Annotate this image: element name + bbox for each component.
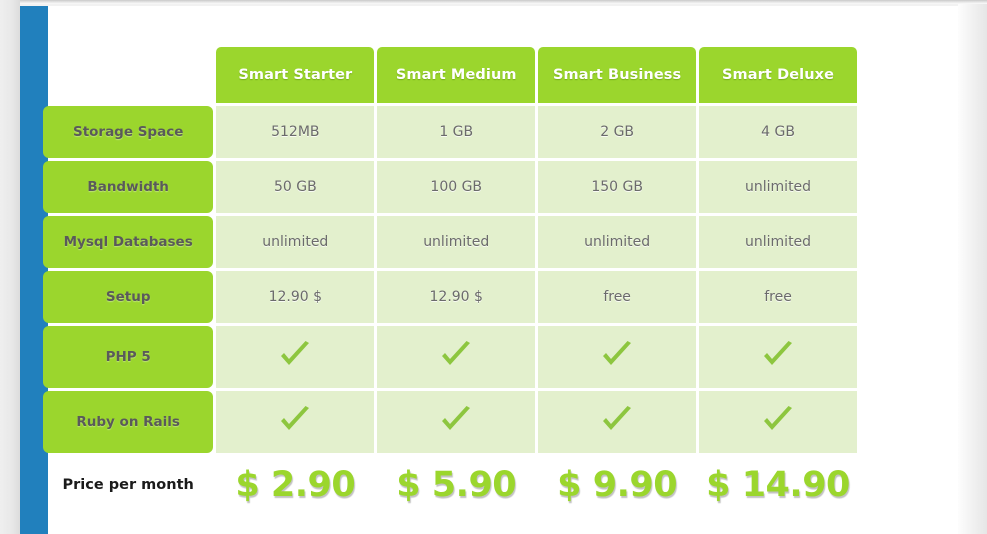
pricing-table: Smart Starter Smart Medium Smart Busines…: [40, 44, 860, 517]
check-icon: [439, 340, 473, 370]
cell-bandwidth-smart-deluxe: unlimited: [699, 161, 857, 213]
plan-header-smart-deluxe[interactable]: Smart Deluxe: [699, 47, 857, 103]
cell-storage-space-smart-business: 2 GB: [538, 106, 697, 158]
feature-label-bandwidth: Bandwidth: [43, 161, 214, 213]
check-icon: [761, 340, 795, 370]
cell-mysql-databases-smart-deluxe: unlimited: [699, 216, 857, 268]
price-footer-row: Price per month $ 2.90 $ 5.90 $ 9.90 $ 1…: [43, 456, 857, 514]
cell-storage-space-smart-deluxe: 4 GB: [699, 106, 857, 158]
cell-ruby-on-rails-smart-deluxe: [699, 391, 857, 453]
table-corner-cell: [43, 47, 213, 103]
plan-header-row: Smart Starter Smart Medium Smart Busines…: [43, 47, 857, 103]
cell-storage-space-smart-medium: 1 GB: [377, 106, 536, 158]
check-icon: [600, 405, 634, 435]
check-icon: [278, 340, 312, 370]
right-gutter: [958, 4, 987, 534]
top-divider: [20, 0, 987, 4]
check-icon: [439, 405, 473, 435]
cell-mysql-databases-smart-business: unlimited: [538, 216, 697, 268]
feature-label-storage-space: Storage Space: [43, 106, 214, 158]
cell-bandwidth-smart-starter: 50 GB: [216, 161, 375, 213]
cell-bandwidth-smart-business: 150 GB: [538, 161, 697, 213]
table-row: PHP 5: [43, 326, 857, 388]
plan-header-smart-medium[interactable]: Smart Medium: [377, 47, 536, 103]
price-smart-deluxe: $ 14.90: [706, 465, 850, 505]
plan-header-smart-business[interactable]: Smart Business: [538, 47, 697, 103]
check-icon: [600, 340, 634, 370]
price-smart-business: $ 9.90: [557, 465, 678, 505]
cell-bandwidth-smart-medium: 100 GB: [377, 161, 536, 213]
feature-label-ruby-on-rails: Ruby on Rails: [43, 391, 214, 453]
feature-label-setup: Setup: [43, 271, 214, 323]
cell-php-5-smart-medium: [377, 326, 536, 388]
cell-storage-space-smart-starter: 512MB: [216, 106, 375, 158]
table-row: Setup 12.90 $ 12.90 $ free free: [43, 271, 857, 323]
cell-ruby-on-rails-smart-business: [538, 391, 697, 453]
cell-setup-smart-medium: 12.90 $: [377, 271, 536, 323]
cell-php-5-smart-starter: [216, 326, 375, 388]
left-gutter: [0, 0, 20, 534]
cell-mysql-databases-smart-starter: unlimited: [216, 216, 375, 268]
price-smart-medium: $ 5.90: [396, 465, 517, 505]
cell-setup-smart-deluxe: free: [699, 271, 857, 323]
table-row: Mysql Databases unlimited unlimited unli…: [43, 216, 857, 268]
check-icon: [761, 405, 795, 435]
cell-ruby-on-rails-smart-starter: [216, 391, 375, 453]
cell-mysql-databases-smart-medium: unlimited: [377, 216, 536, 268]
feature-label-mysql-databases: Mysql Databases: [43, 216, 214, 268]
table-row: Ruby on Rails: [43, 391, 857, 453]
cell-setup-smart-starter: 12.90 $: [216, 271, 375, 323]
price-per-month-label: Price per month: [62, 477, 194, 493]
cell-php-5-smart-business: [538, 326, 697, 388]
feature-label-php-5: PHP 5: [43, 326, 214, 388]
table-row: Storage Space 512MB 1 GB 2 GB 4 GB: [43, 106, 857, 158]
screen: Smart Starter Smart Medium Smart Busines…: [0, 0, 987, 534]
cell-ruby-on-rails-smart-medium: [377, 391, 536, 453]
table-row: Bandwidth 50 GB 100 GB 150 GB unlimited: [43, 161, 857, 213]
check-icon: [278, 405, 312, 435]
cell-php-5-smart-deluxe: [699, 326, 857, 388]
cell-setup-smart-business: free: [538, 271, 697, 323]
price-smart-starter: $ 2.90: [235, 465, 356, 505]
plan-header-smart-starter[interactable]: Smart Starter: [216, 47, 375, 103]
